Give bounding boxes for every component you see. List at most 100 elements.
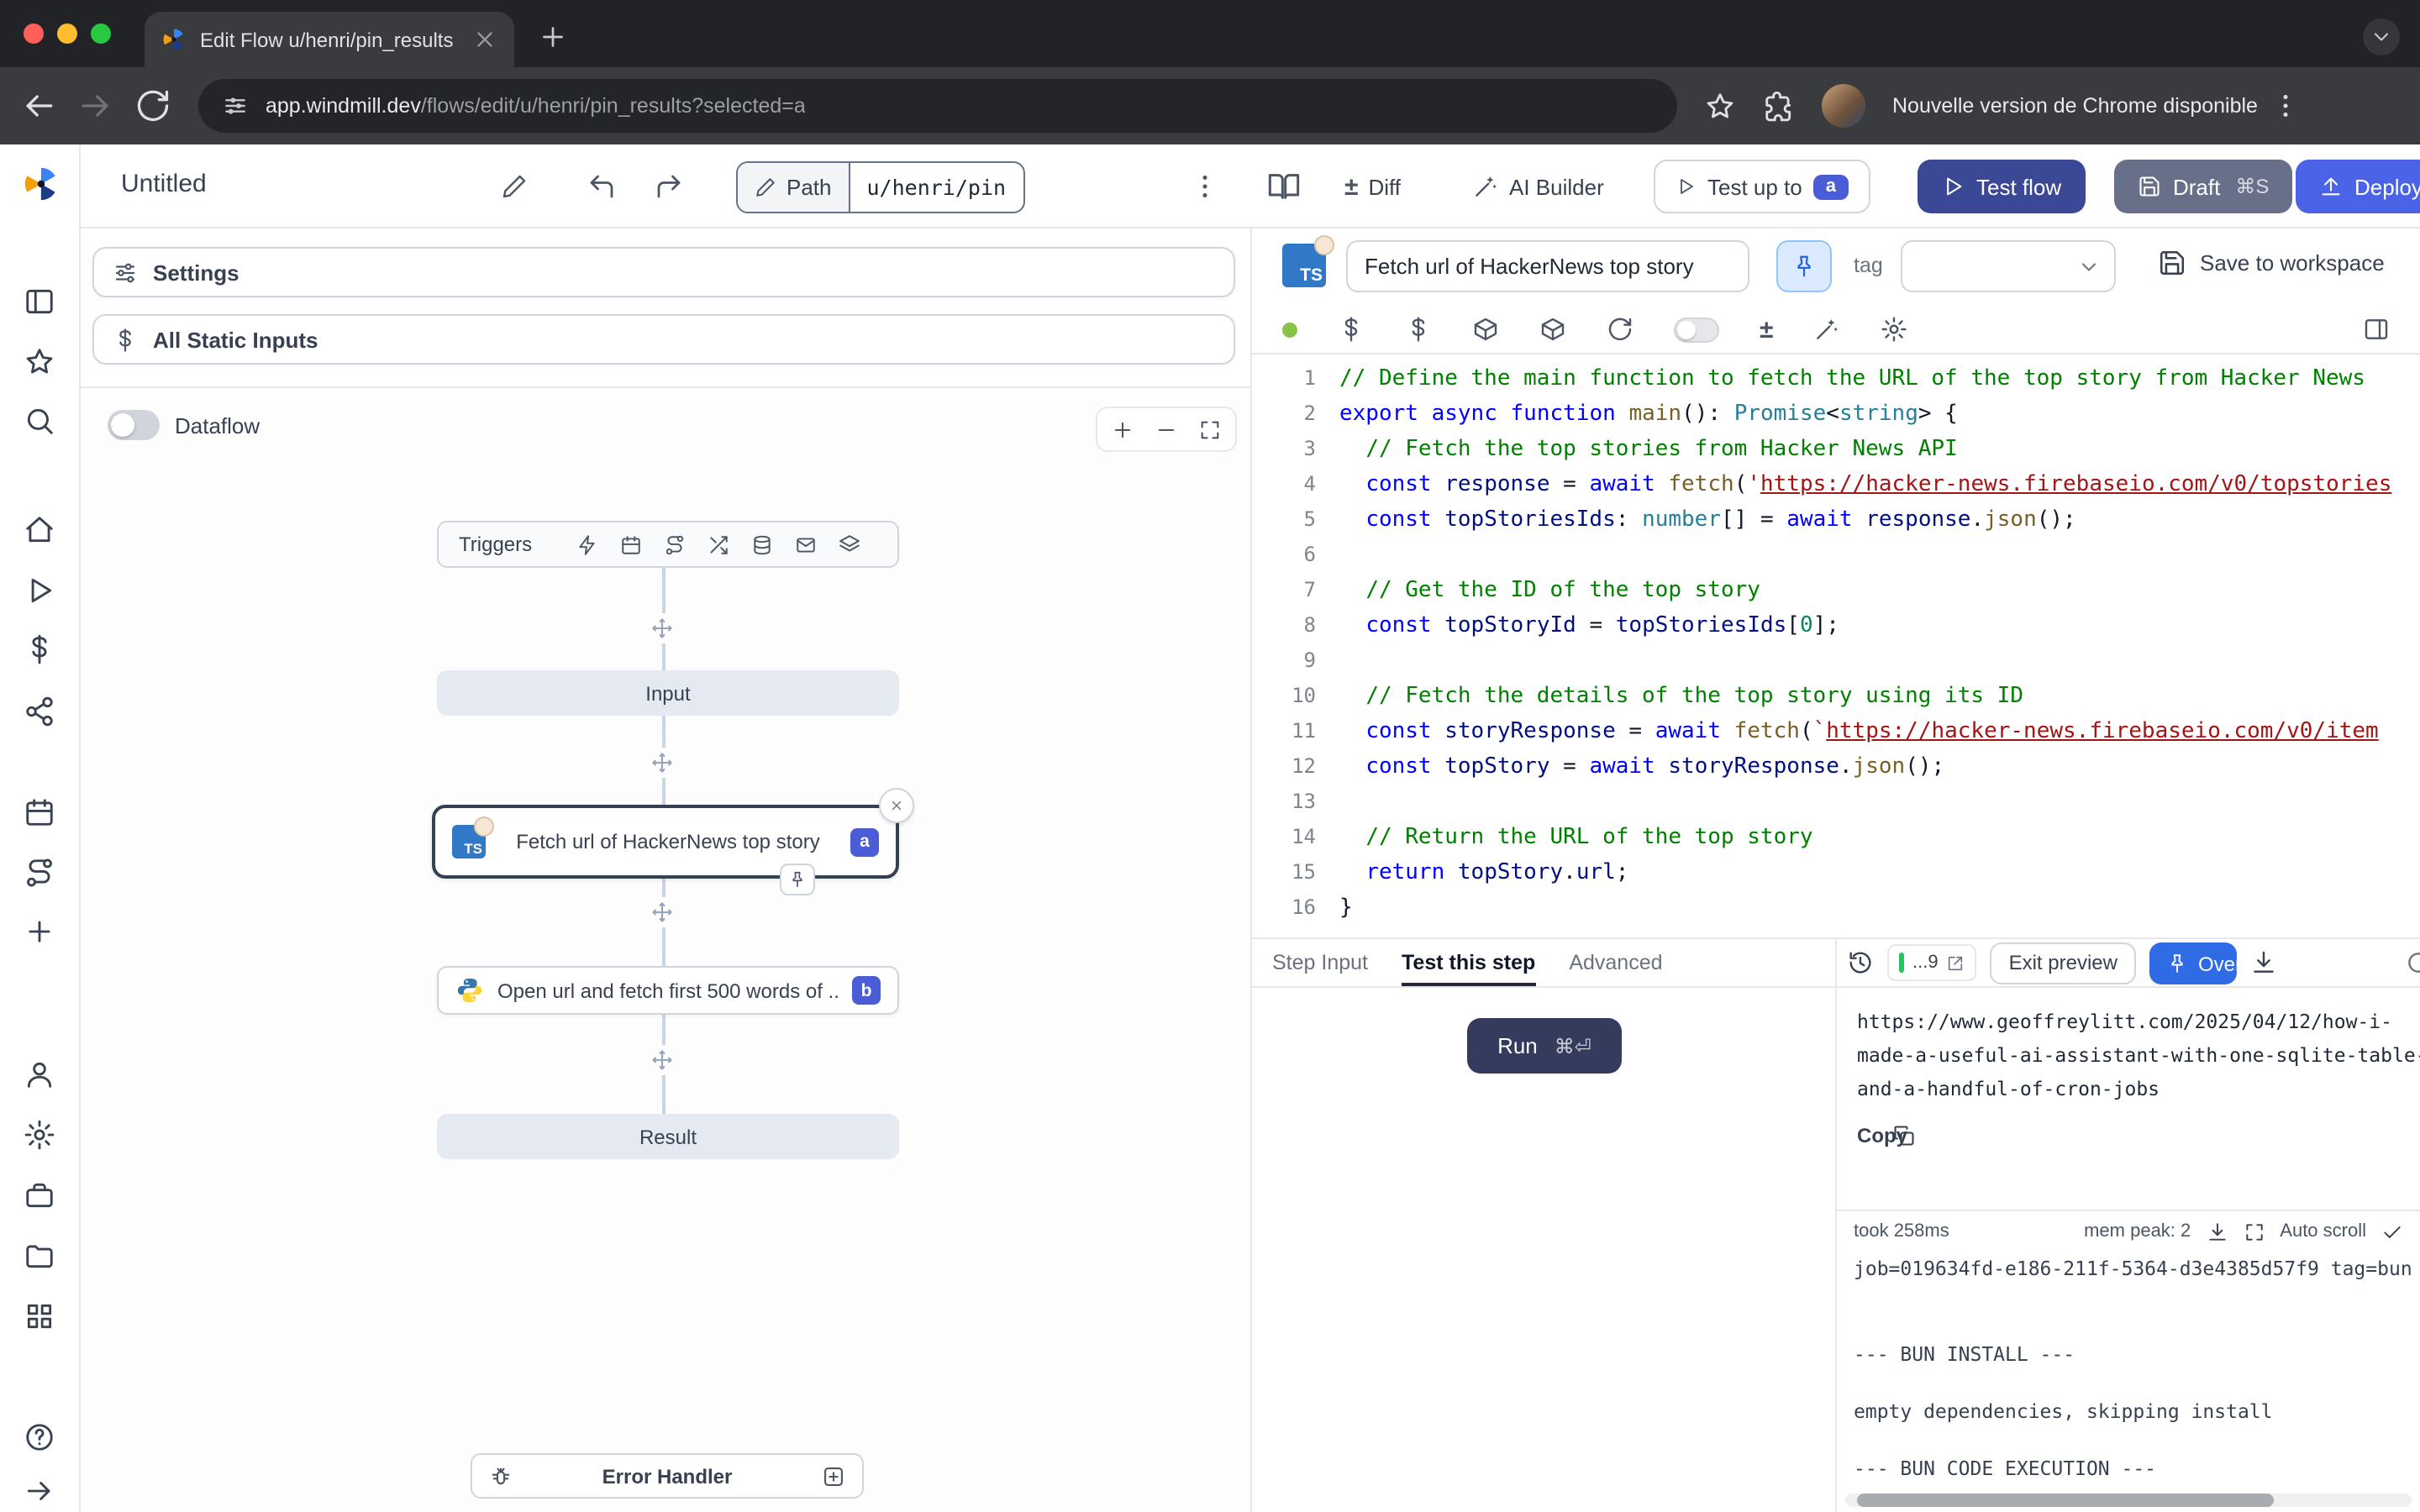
browser-menu-icon[interactable] — [2271, 91, 2302, 121]
nav-users-icon[interactable] — [24, 1058, 55, 1090]
library-panel-icon[interactable] — [2363, 316, 2390, 343]
dataflow-toggle[interactable] — [108, 410, 160, 440]
insert-step-button[interactable] — [647, 897, 677, 927]
ai-builder-button[interactable]: AI Builder — [1472, 160, 1604, 213]
code-line[interactable]: export async function main(): Promise<st… — [1339, 396, 2420, 432]
shuffle-trigger-icon[interactable] — [707, 533, 729, 555]
database-trigger-icon[interactable] — [750, 533, 772, 555]
windmill-logo[interactable] — [22, 165, 60, 203]
docs-book-icon[interactable] — [1267, 170, 1301, 203]
nav-folders-icon[interactable] — [24, 1240, 55, 1272]
nav-apps-panel-icon[interactable] — [24, 286, 55, 318]
tab-advanced[interactable]: Advanced — [1569, 939, 1662, 986]
nav-collapse-icon[interactable] — [24, 1475, 55, 1507]
job-id-chip[interactable]: ...9 — [1887, 944, 1977, 981]
editor-toggle[interactable] — [1674, 317, 1719, 342]
expand-logs-icon[interactable] — [2243, 1221, 2265, 1242]
code-line[interactable]: const storyResponse = await fetch(`https… — [1339, 714, 2420, 749]
nav-favorites-icon[interactable] — [24, 346, 55, 378]
clock-icon[interactable] — [2405, 949, 2420, 976]
pin-active-button[interactable] — [1776, 240, 1832, 292]
input-node[interactable]: Input — [437, 670, 899, 716]
code-line[interactable]: // Get the ID of the top story — [1339, 573, 2420, 608]
layers-trigger-icon[interactable] — [838, 533, 860, 555]
override-pin-button[interactable]: Override pin — [2149, 942, 2237, 984]
draft-button[interactable]: Draft ⌘S — [2114, 160, 2292, 213]
download-logs-icon[interactable] — [2206, 1221, 2228, 1242]
scrollbar-thumb[interactable] — [1857, 1494, 2274, 1507]
calendar-trigger-icon[interactable] — [619, 533, 641, 555]
package-reset-icon[interactable] — [1539, 316, 1566, 343]
flow-canvas[interactable]: Dataflow Triggers Input — [81, 386, 1250, 1512]
nav-triggers-icon[interactable] — [24, 857, 55, 889]
nav-help-icon[interactable] — [24, 1421, 55, 1453]
code-line[interactable]: const topStory = await storyResponse.jso… — [1339, 749, 2420, 785]
flow-settings-row[interactable]: Settings — [92, 247, 1235, 297]
exit-preview-button[interactable]: Exit preview — [1991, 942, 2136, 984]
variable-picker-icon[interactable] — [1338, 316, 1365, 343]
result-node[interactable]: Result — [437, 1114, 899, 1159]
nav-runs-icon[interactable] — [24, 575, 55, 606]
code-line[interactable] — [1339, 785, 2420, 820]
diff-button[interactable]: ± Diff — [1344, 160, 1401, 213]
code-line[interactable]: const topStoriesIds: number[] = await re… — [1339, 502, 2420, 538]
nav-resources-icon[interactable] — [24, 696, 55, 727]
tab-close-icon[interactable] — [472, 27, 497, 52]
code-line[interactable]: return topStory.url; — [1339, 855, 2420, 890]
triggers-node[interactable]: Triggers — [437, 521, 899, 568]
log-horizontal-scrollbar[interactable] — [1845, 1494, 2412, 1507]
step-a-node-selected[interactable]: TS Fetch url of HackerNews top story a — [432, 805, 899, 879]
insert-step-button[interactable] — [647, 613, 677, 643]
history-icon[interactable] — [1847, 949, 1874, 976]
ai-assistant-icon[interactable] — [1813, 316, 1840, 343]
nav-variables-icon[interactable] — [24, 633, 55, 665]
code-line[interactable]: const topStoryId = topStoriesIds[0]; — [1339, 608, 2420, 643]
more-options-icon[interactable] — [1190, 171, 1220, 202]
error-handler-node[interactable]: Error Handler — [471, 1453, 864, 1499]
static-inputs-row[interactable]: All Static Inputs — [92, 314, 1235, 365]
test-flow-button[interactable]: Test flow — [1918, 160, 2085, 213]
rename-pencil-icon[interactable] — [501, 173, 528, 200]
address-bar[interactable]: app.windmill.dev/flows/edit/u/henri/pin_… — [198, 79, 1677, 133]
run-button[interactable]: Run ⌘⏎ — [1467, 1018, 1622, 1074]
new-tab-button[interactable] — [538, 22, 568, 52]
nav-settings-icon[interactable] — [24, 1119, 55, 1151]
extensions-icon[interactable] — [1763, 90, 1795, 122]
code-line[interactable]: // Define the main function to fetch the… — [1339, 361, 2420, 396]
undo-icon[interactable] — [587, 171, 617, 202]
insert-step-button[interactable] — [647, 1045, 677, 1075]
code-line[interactable] — [1339, 643, 2420, 679]
back-button[interactable] — [20, 87, 57, 124]
nav-search-icon[interactable] — [24, 405, 55, 437]
site-info-icon[interactable] — [222, 92, 249, 119]
tab-list-chevron-icon[interactable] — [2363, 18, 2400, 55]
insert-step-button[interactable] — [647, 748, 677, 778]
nav-schedules-icon[interactable] — [24, 796, 55, 828]
download-result-icon[interactable] — [2250, 949, 2277, 976]
auto-scroll-check-icon[interactable] — [2381, 1221, 2403, 1242]
nav-apps-grid-icon[interactable] — [24, 1300, 55, 1332]
code-line[interactable]: // Fetch the details of the top story us… — [1339, 679, 2420, 714]
tab-test-this-step[interactable]: Test this step — [1402, 939, 1535, 986]
diff-mode-icon[interactable]: ± — [1760, 317, 1773, 342]
redo-icon[interactable] — [654, 171, 684, 202]
fullscreen-window-button[interactable] — [91, 24, 111, 44]
code-line[interactable]: const response = await fetch('https://ha… — [1339, 467, 2420, 502]
code-line[interactable]: } — [1339, 890, 2420, 926]
code-editor[interactable]: 12345678910111213141516 // Define the ma… — [1252, 354, 2420, 937]
close-window-button[interactable] — [24, 24, 44, 44]
reload-button[interactable] — [134, 87, 171, 124]
step-name-input[interactable] — [1346, 240, 1749, 292]
code-line[interactable]: // Return the URL of the top story — [1339, 820, 2420, 855]
fit-view-icon[interactable] — [1192, 411, 1228, 448]
pinned-step-icon[interactable] — [780, 864, 815, 895]
chrome-update-notice[interactable]: Nouvelle version de Chrome disponible — [1892, 94, 2258, 118]
editor-settings-icon[interactable] — [1881, 316, 1907, 343]
step-b-node[interactable]: Open url and fetch first 500 words of ..… — [437, 966, 899, 1015]
browser-tab[interactable]: Edit Flow u/henri/pin_results — [145, 12, 514, 67]
profile-avatar[interactable] — [1822, 84, 1865, 128]
reload-deps-icon[interactable] — [1607, 316, 1634, 343]
add-error-handler-icon[interactable] — [822, 1464, 845, 1488]
mail-trigger-icon[interactable] — [794, 533, 816, 555]
bolt-trigger-icon[interactable] — [576, 533, 597, 555]
